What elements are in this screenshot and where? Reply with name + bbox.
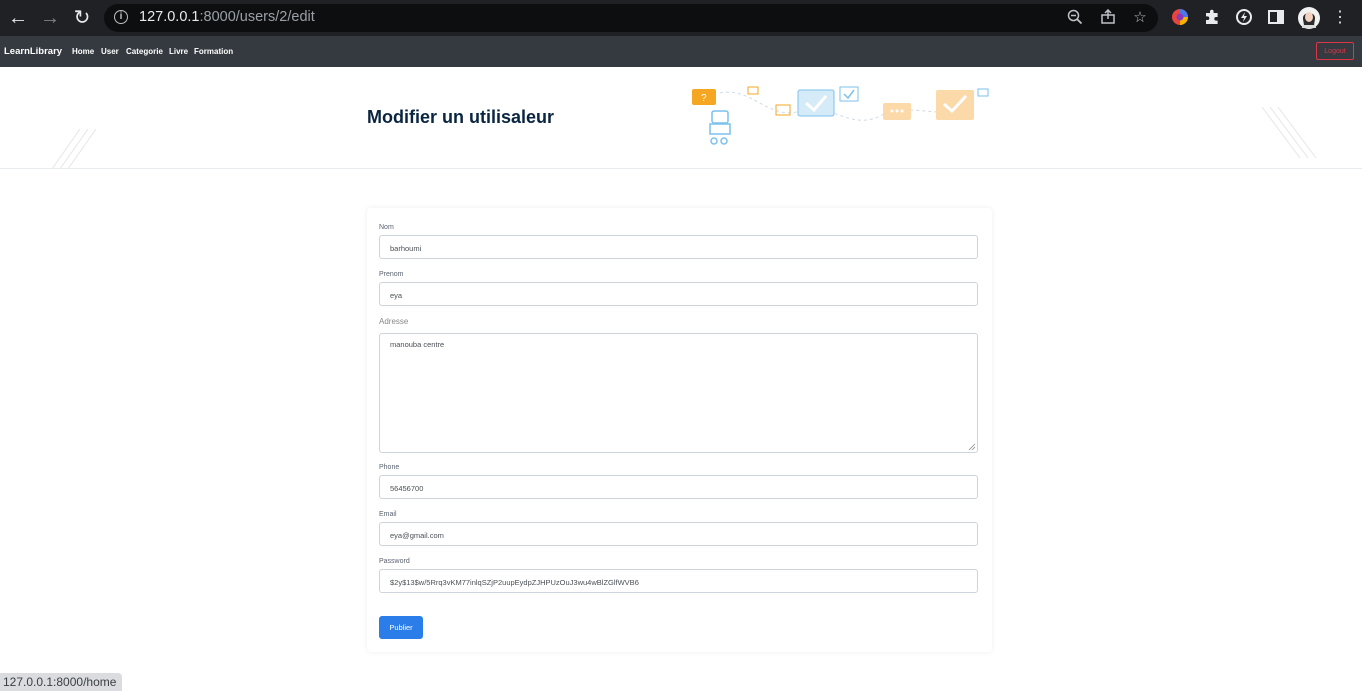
side-panel-icon[interactable]: [1266, 8, 1286, 28]
publier-button[interactable]: Publier: [379, 616, 423, 639]
browser-toolbar: ← → ↻ i 127.0.0.1:8000/users/2/edit ☆ ⋮: [0, 0, 1362, 36]
back-arrow-icon[interactable]: ←: [6, 6, 30, 30]
nav-link-livre[interactable]: Livre: [169, 47, 188, 56]
nav-link-user[interactable]: User: [101, 47, 119, 56]
extension-colorful-icon[interactable]: [1170, 8, 1190, 28]
forward-arrow-icon[interactable]: →: [38, 6, 62, 30]
page-header: Modifier un utilisaleur ?: [0, 67, 1362, 169]
site-info-icon[interactable]: i: [114, 10, 128, 24]
address-url[interactable]: 127.0.0.1:8000/users/2/edit: [139, 9, 315, 25]
adresse-value: manouba centre: [390, 340, 445, 349]
adresse-label: Adresse: [379, 317, 409, 326]
phone-label: Phone: [379, 464, 400, 471]
phone-input[interactable]: 56456700: [379, 475, 978, 499]
brand-logo[interactable]: LearnLibrary: [4, 46, 62, 57]
bookmark-star-icon[interactable]: ☆: [1131, 9, 1149, 27]
resize-handle-icon[interactable]: [968, 443, 976, 451]
puzzle-extensions-icon[interactable]: [1202, 8, 1222, 28]
profile-avatar[interactable]: [1297, 6, 1321, 30]
decorative-lines-left: [51, 129, 97, 169]
password-input[interactable]: $2y$13$w/5Rrq3vKM77inlqSZjP2uupEydpZJHPU…: [379, 569, 978, 593]
chat-robot-illustration: ?: [692, 86, 989, 145]
nav-link-formation[interactable]: Formation: [194, 47, 233, 56]
email-input[interactable]: eya@gmail.com: [379, 522, 978, 546]
prenom-label: Prenom: [379, 271, 404, 278]
email-label: Email: [379, 511, 397, 518]
adresse-textarea[interactable]: manouba centre: [379, 333, 978, 453]
share-icon[interactable]: [1099, 8, 1117, 27]
password-label: Password: [379, 558, 410, 565]
page-title: Modifier un utilisaleur: [367, 107, 555, 127]
svg-text:?: ?: [701, 93, 707, 104]
status-url-tooltip: 127.0.0.1:8000/home: [0, 673, 123, 691]
zoom-icon[interactable]: [1066, 9, 1084, 27]
chrome-menu-icon[interactable]: ⋮: [1330, 8, 1350, 28]
nav-link-categorie[interactable]: Categorie: [126, 47, 163, 56]
reload-icon[interactable]: ↻: [70, 6, 94, 30]
nom-input[interactable]: barhoumi: [379, 235, 978, 259]
nav-link-home[interactable]: Home: [72, 47, 94, 56]
performance-icon[interactable]: [1234, 8, 1254, 28]
app-navbar: LearnLibrary Home User Categorie Livre F…: [0, 36, 1362, 67]
nom-label: Nom: [379, 224, 394, 231]
address-bar[interactable]: i 127.0.0.1:8000/users/2/edit ☆: [104, 4, 1158, 32]
prenom-input[interactable]: eya: [379, 282, 978, 306]
decorative-lines-right: [1261, 106, 1317, 159]
edit-user-form: Nom barhoumi Prenom eya Adresse manouba …: [367, 208, 992, 652]
logout-button[interactable]: Logout: [1316, 42, 1354, 60]
